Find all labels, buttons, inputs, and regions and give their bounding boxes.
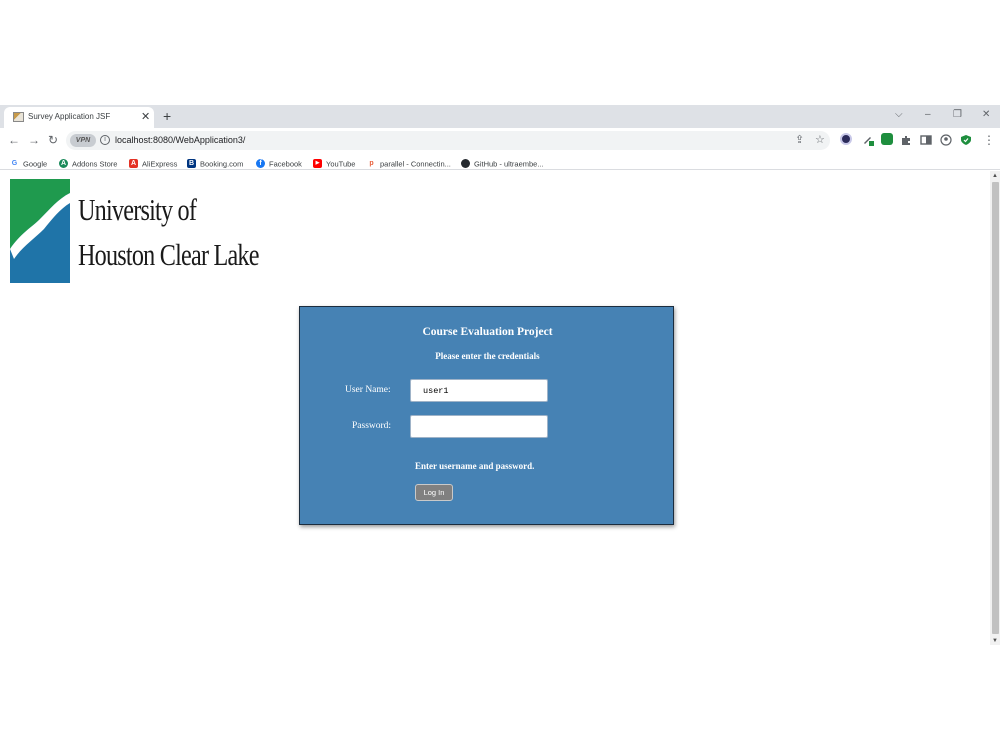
url-text[interactable]: localhost:8080/WebApplication3/ xyxy=(115,135,245,145)
login-message: Enter username and password. xyxy=(415,461,535,471)
window-close-button[interactable]: ✕ xyxy=(982,109,990,121)
login-subtitle: Please enter the credentials xyxy=(435,351,540,361)
site-info-icon[interactable]: i xyxy=(100,135,110,145)
facebook-icon: f xyxy=(256,159,265,169)
password-label: Password: xyxy=(352,421,392,431)
browser-toolbar: ← → ↻ VPN i localhost:8080/WebApplicatio… xyxy=(0,128,1000,152)
page-viewport: University of Houston Clear Lake Course … xyxy=(0,171,1000,645)
login-button[interactable]: Log In xyxy=(415,484,453,501)
address-bar[interactable]: VPN i localhost:8080/WebApplication3/ ⇪ … xyxy=(66,131,830,150)
profile-icon[interactable] xyxy=(940,133,952,146)
share-icon[interactable]: ⇪ xyxy=(795,134,804,147)
scroll-up-icon[interactable]: ▲ xyxy=(992,173,998,179)
bookmark-label: Addons Store xyxy=(72,159,118,169)
bookmark-parallel[interactable]: p parallel - Connectin... xyxy=(367,155,451,169)
extension-shield-icon[interactable] xyxy=(881,133,893,145)
tab-survey-application[interactable]: Survey Application JSF ✕ xyxy=(4,107,154,128)
extensions-puzzle-icon[interactable] xyxy=(900,133,912,145)
bookmark-label: parallel - Connectin... xyxy=(380,159,451,169)
bookmark-label: YouTube xyxy=(326,159,356,169)
bookmark-label: Booking.com xyxy=(200,159,244,169)
youtube-icon: ▶ xyxy=(313,159,322,169)
logo-line-2: Houston Clear Lake xyxy=(78,237,259,272)
back-button[interactable]: ← xyxy=(8,133,20,147)
vertical-scrollbar[interactable]: ▲ ▼ xyxy=(990,171,1000,645)
bookmark-aliexpress[interactable]: A AliExpress xyxy=(129,155,178,169)
password-input[interactable] xyxy=(410,415,548,438)
bookmark-label: Facebook xyxy=(269,159,302,169)
logo-line-1: University of xyxy=(78,192,197,227)
tab-close-icon[interactable]: ✕ xyxy=(141,110,150,124)
bookmark-github[interactable]: ● GitHub - ultraembe... xyxy=(461,155,544,169)
bookmark-facebook[interactable]: f Facebook xyxy=(256,155,302,169)
bookmark-booking[interactable]: B Booking.com xyxy=(187,155,244,169)
username-label: User Name: xyxy=(345,385,391,395)
bookmark-star-icon[interactable]: ☆ xyxy=(815,134,825,147)
addons-store-icon: A xyxy=(59,159,68,169)
tab-favicon-icon xyxy=(13,112,24,122)
google-icon: G xyxy=(10,159,19,169)
browser-menu-icon[interactable]: ⋮ xyxy=(983,133,995,147)
aliexpress-icon: A xyxy=(129,159,138,169)
login-title: Course Evaluation Project xyxy=(422,326,553,338)
bookmark-label: AliExpress xyxy=(142,159,178,169)
bookmark-youtube[interactable]: ▶ YouTube xyxy=(313,155,356,169)
minimize-button[interactable]: – xyxy=(925,109,931,121)
github-icon: ● xyxy=(461,159,470,169)
security-check-icon[interactable] xyxy=(960,133,972,145)
tab-search-icon[interactable]: ⌵ xyxy=(895,109,903,121)
tab-strip: Survey Application JSF ✕ + ⌵ – ❐ ✕ xyxy=(0,105,1000,128)
extension-pen-icon[interactable] xyxy=(862,133,874,146)
restore-button[interactable]: ❐ xyxy=(953,109,962,121)
browser-window: Survey Application JSF ✕ + ⌵ – ❐ ✕ ← → ↻… xyxy=(0,105,1000,645)
vpn-badge[interactable]: VPN xyxy=(70,134,96,147)
bookmarks-bar: G Google A Addons Store A AliExpress B Booki… xyxy=(0,152,1000,170)
scroll-thumb[interactable] xyxy=(992,182,999,634)
bookmark-google[interactable]: G Google xyxy=(10,155,48,169)
bookmark-label: Google xyxy=(23,159,48,169)
extension-icon[interactable] xyxy=(840,133,852,145)
booking-icon: B xyxy=(187,159,196,169)
username-input[interactable] xyxy=(410,379,548,402)
parallel-icon: p xyxy=(367,159,376,169)
tab-title: Survey Application JSF xyxy=(28,112,111,121)
reload-button[interactable]: ↻ xyxy=(48,133,58,147)
login-panel: Course Evaluation Project Please enter t… xyxy=(299,306,674,525)
uhcl-logo: University of Houston Clear Lake xyxy=(10,179,259,283)
bookmark-label: GitHub - ultraembe... xyxy=(474,159,544,169)
side-panel-icon[interactable] xyxy=(920,133,932,145)
new-tab-button[interactable]: + xyxy=(163,108,171,124)
bookmark-addons-store[interactable]: A Addons Store xyxy=(59,155,118,169)
uhcl-logo-mark-icon xyxy=(10,179,70,283)
forward-button[interactable]: → xyxy=(28,133,40,147)
scroll-down-icon[interactable]: ▼ xyxy=(992,638,998,644)
